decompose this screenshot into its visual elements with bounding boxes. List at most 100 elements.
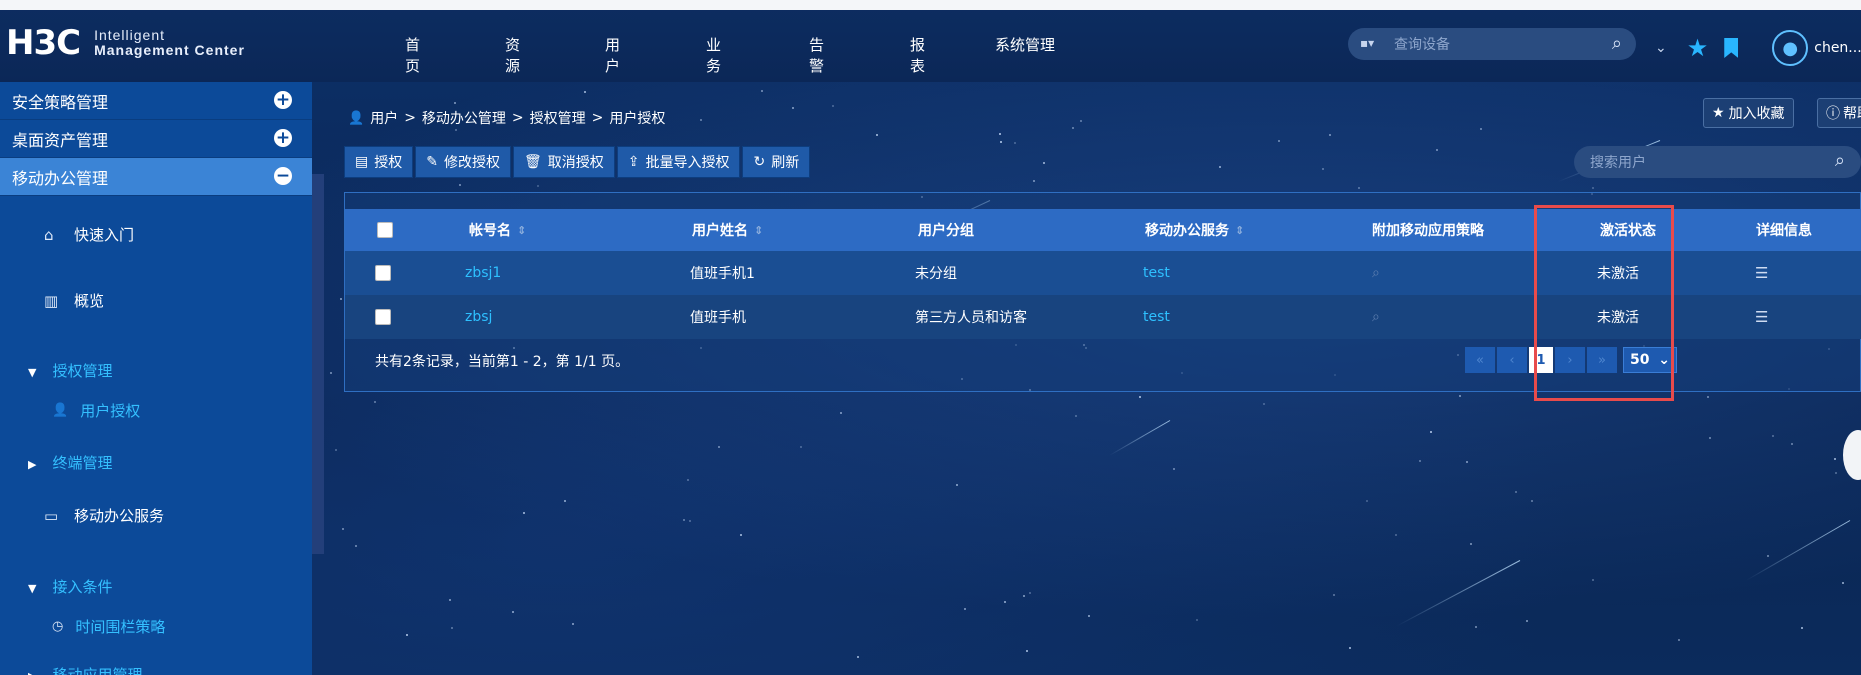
sidebar-category-desktop-assets[interactable]: 桌面资产管理 + <box>0 120 312 158</box>
device-search-input[interactable] <box>1392 34 1596 56</box>
sidebar-category-security-policy[interactable]: 安全策略管理 + <box>0 82 312 120</box>
row-checkbox[interactable] <box>375 251 391 295</box>
help-circle-icon: ⓘ <box>1826 106 1840 122</box>
search-icon[interactable]: ⌕ <box>1612 33 1622 54</box>
nav-services[interactable]: 业务 <box>706 34 721 76</box>
sidebar-item-overview[interactable]: ▥ 概览 <box>44 290 104 311</box>
sidebar-group-terminal[interactable]: ▶ 终端管理 <box>28 452 112 473</box>
column-group: 用户分组 <box>918 223 974 239</box>
sidebar-item-user-authorization[interactable]: 👤 用户授权 <box>52 400 140 421</box>
minus-circle-icon[interactable]: − <box>274 167 292 185</box>
nav-alarms[interactable]: 告警 <box>809 34 824 76</box>
breadcrumb-separator: > <box>511 110 524 126</box>
breadcrumb-item[interactable]: 用户 <box>370 108 398 128</box>
nav-home[interactable]: 首页 <box>405 34 420 76</box>
star-icon[interactable]: ★ <box>1687 34 1709 62</box>
column-extra-policy: 附加移动应用策略 <box>1372 223 1484 239</box>
double-chevron-down-icon[interactable]: ⌄ <box>1655 40 1667 56</box>
sidebar-category-label: 桌面资产管理 <box>12 130 109 150</box>
breadcrumb-separator: > <box>591 110 604 126</box>
sidebar-item-mobile-office-service[interactable]: ▭ 移动办公服务 <box>44 505 164 526</box>
prev-page-icon[interactable]: ‹ <box>1497 347 1527 373</box>
modify-authorization-button[interactable]: ✎ 修改授权 <box>415 146 511 178</box>
column-account[interactable]: 帐号名 ⇕ <box>469 209 526 251</box>
sort-icon: ⇕ <box>517 223 527 237</box>
user-import-icon: ⇪ <box>627 154 640 170</box>
user-group-cell: 未分组 <box>915 266 957 282</box>
device-type-icon[interactable]: ▪▾ <box>1360 36 1374 50</box>
user-group-cell: 第三方人员和访客 <box>915 310 1027 326</box>
sidebar-item-label: 用户授权 <box>80 402 141 420</box>
mobile-office-icon: ▭ <box>44 506 59 525</box>
browser-top-strip <box>0 0 1861 10</box>
user-edit-icon: ✎ <box>426 154 438 170</box>
triangle-right-icon: ▶ <box>28 458 37 471</box>
sidebar-group-mobile-apps[interactable]: ▶移动应用管理 <box>28 664 142 675</box>
sidebar-item-time-fence[interactable]: ◷ 时间围栏策略 <box>52 616 165 637</box>
mobile-service-link[interactable]: test <box>1143 295 1170 339</box>
details-icon[interactable]: ☰ <box>1755 251 1768 295</box>
batch-import-button[interactable]: ⇪ 批量导入授权 <box>616 146 741 178</box>
top-actions: ⌄ ★ ● chen... <box>1655 30 1861 66</box>
user-icon: ● <box>1782 37 1799 59</box>
user-search: ⌕ <box>1574 146 1861 178</box>
column-details: 详细信息 <box>1756 223 1812 239</box>
breadcrumb-item[interactable]: 授权管理 <box>530 108 586 128</box>
nav-reports[interactable]: 报表 <box>910 34 925 76</box>
user-auth-icon: 👤 <box>52 403 69 418</box>
account-link[interactable]: zbsj <box>465 295 492 339</box>
help-button[interactable]: ⓘ 帮助 <box>1817 98 1861 128</box>
username[interactable]: chen... <box>1814 40 1861 56</box>
overview-icon: ▥ <box>44 291 59 310</box>
logo-line-2: Management Center <box>94 42 245 58</box>
column-name[interactable]: 用户姓名 ⇕ <box>692 209 763 251</box>
bookmark-icon[interactable] <box>1724 38 1739 58</box>
sidebar-item-quick-start[interactable]: ⌂ 快速入门 <box>44 224 134 245</box>
star-plus-icon: ★ <box>1712 105 1725 121</box>
search-icon[interactable]: ⌕ <box>1835 150 1845 171</box>
account-link[interactable]: zbsj1 <box>465 251 501 295</box>
sidebar-group-access-conditions[interactable]: ▼ 接入条件 <box>28 576 112 597</box>
h3c-logo[interactable]: H3C Intelligent Management Center <box>6 23 245 63</box>
breadcrumb-item[interactable]: 移动办公管理 <box>422 108 506 128</box>
device-search: ▪▾ ⌕ <box>1348 28 1636 60</box>
user-group-icon: 👤 <box>348 110 365 126</box>
plus-circle-icon[interactable]: + <box>274 91 292 109</box>
authorize-button[interactable]: ▤ 授权 <box>344 146 414 178</box>
row-checkbox[interactable] <box>375 295 391 339</box>
details-icon[interactable]: ☰ <box>1755 295 1768 339</box>
nav-users[interactable]: 用户 <box>605 34 620 76</box>
add-favorite-button[interactable]: ★ 加入收藏 <box>1703 98 1794 128</box>
user-search-input[interactable] <box>1588 152 1792 174</box>
avatar[interactable]: ● <box>1772 30 1809 66</box>
triangle-right-icon: ▶ <box>28 670 36 675</box>
user-name-cell: 值班手机1 <box>690 266 755 282</box>
triangle-down-icon: ▼ <box>28 366 37 379</box>
sidebar-group-authorization[interactable]: ▼ 授权管理 <box>28 360 112 381</box>
sidebar-scrollbar[interactable] <box>312 174 324 554</box>
home-icon: ⌂ <box>44 225 54 244</box>
mobile-service-link[interactable]: test <box>1143 251 1170 295</box>
breadcrumb-item-current: 用户授权 <box>609 111 666 127</box>
sidebar-item-label: 快速入门 <box>74 226 135 244</box>
record-summary: 共有2条记录，当前第1 - 2，第 1/1 页。 <box>375 354 630 370</box>
sidebar-category-mobile-office[interactable]: 移动办公管理 − <box>0 158 312 196</box>
search-icon[interactable]: ⌕ <box>1372 295 1380 339</box>
nav-resources[interactable]: 资源 <box>505 34 520 76</box>
cancel-authorization-button[interactable]: 🗑 取消授权 <box>512 146 615 178</box>
plus-circle-icon[interactable]: + <box>274 129 292 147</box>
refresh-button[interactable]: ↻ 刷新 <box>742 146 811 178</box>
column-mobile-service[interactable]: 移动办公服务 ⇕ <box>1145 209 1244 251</box>
search-icon[interactable]: ⌕ <box>1372 251 1380 295</box>
top-bar: H3C Intelligent Management Center 首页 资源 … <box>0 0 1861 82</box>
sidebar-item-label: 移动办公服务 <box>74 507 165 525</box>
select-all-checkbox[interactable] <box>377 209 393 251</box>
breadcrumb-separator: > <box>404 110 416 126</box>
clock-fence-icon: ◷ <box>52 619 64 634</box>
sort-icon: ⇕ <box>1235 223 1245 237</box>
logo-text: Intelligent Management Center <box>94 28 245 58</box>
sidebar-category-label: 安全策略管理 <box>12 92 109 112</box>
first-page-icon[interactable]: « <box>1465 347 1495 373</box>
document-icon: ▤ <box>355 154 369 170</box>
nav-system[interactable]: 系统管理 <box>995 34 1055 55</box>
